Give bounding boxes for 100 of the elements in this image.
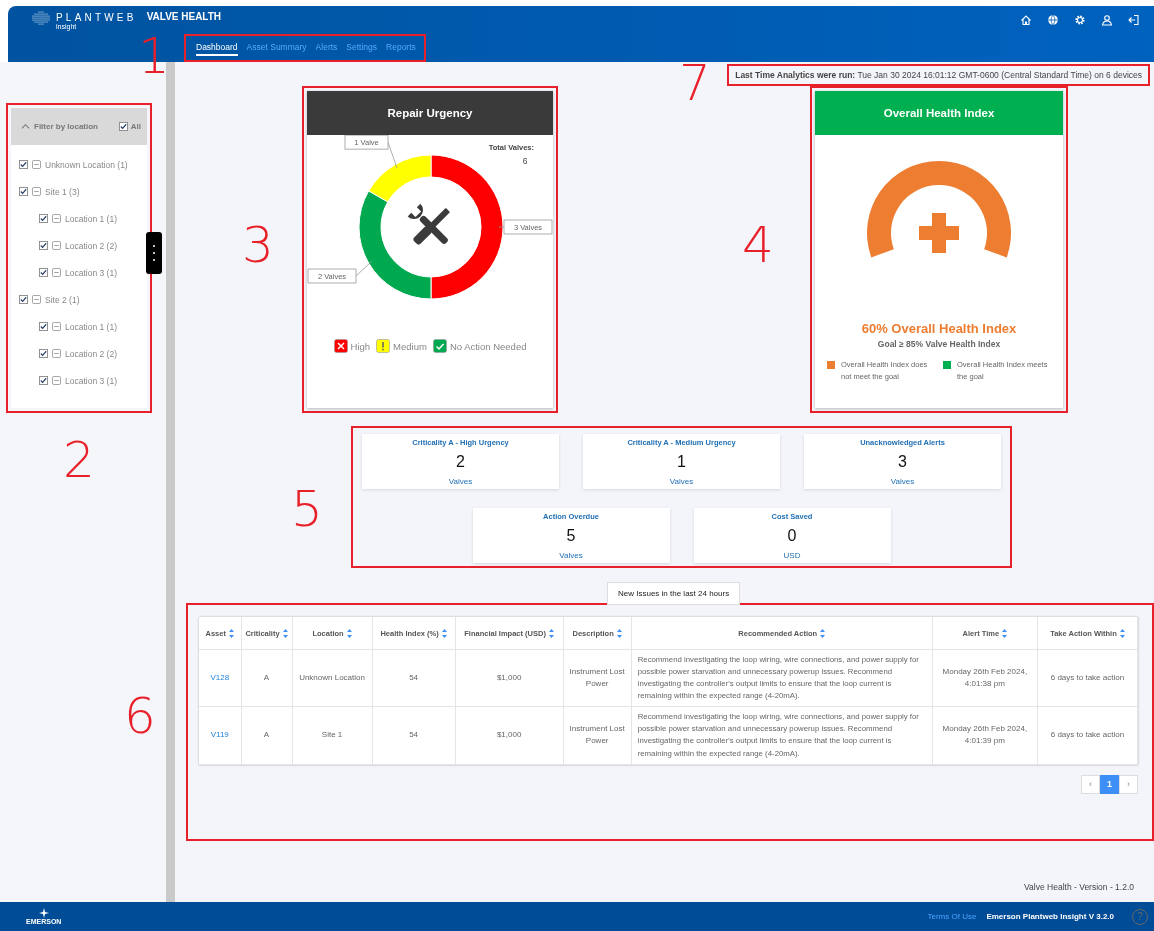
kpi-value: 2 <box>456 453 465 471</box>
filter-title: Filter by location <box>34 122 98 131</box>
checkbox[interactable] <box>39 376 48 385</box>
tools-icon <box>407 203 451 246</box>
kpi-unit: USD <box>783 551 801 560</box>
user-icon[interactable] <box>1101 14 1113 27</box>
nav-tab[interactable]: Asset Summary <box>246 40 307 57</box>
nav-tab[interactable]: Settings <box>346 40 378 57</box>
collapse-icon[interactable] <box>52 268 61 277</box>
kpi-unit: Valves <box>559 551 583 560</box>
collapse-icon[interactable] <box>52 349 61 358</box>
tree-item-label[interactable]: Location 3 (1) <box>65 375 117 386</box>
checkbox[interactable] <box>118 122 128 131</box>
goal-text: Goal ≥ 85% Valve Health Index <box>876 339 1002 349</box>
nav-tab[interactable]: Alerts <box>315 40 338 57</box>
nav-tab[interactable]: Dashboard <box>196 40 238 57</box>
product-version: Emerson Plantweb Insight V 3.2.0 <box>986 912 1114 921</box>
table-cell: Unknown Location <box>292 649 373 707</box>
collapse-icon[interactable] <box>32 160 41 169</box>
previous-page-button[interactable]: ‹ <box>1081 774 1100 794</box>
kpi-unit: Valves <box>669 477 694 486</box>
all-label[interactable]: All <box>130 122 141 131</box>
tree-item-label[interactable]: Location 1 (1) <box>65 213 117 224</box>
emerson-logo-icon <box>38 908 49 918</box>
table-cell: A <box>241 649 293 707</box>
annotation-number: 5 <box>291 484 323 534</box>
kpi-value: 1 <box>677 453 686 471</box>
home-icon[interactable] <box>1020 14 1032 27</box>
sort-icon[interactable] <box>1002 628 1008 638</box>
table-cell: Site 1 <box>292 706 373 765</box>
sort-icon[interactable] <box>441 628 447 638</box>
tree-item-label[interactable]: Location 1 (1) <box>65 321 117 332</box>
logout-icon[interactable] <box>1128 14 1140 27</box>
globe-icon[interactable] <box>1047 14 1059 27</box>
kpi-unit: Valves <box>448 477 473 486</box>
kpi-value: 5 <box>566 527 576 545</box>
chevron-up-icon[interactable] <box>21 122 30 131</box>
tree-item-label[interactable]: Site 2 (1) <box>45 294 80 305</box>
checkbox[interactable] <box>39 241 48 250</box>
table-cell: Instrument Lost Power <box>563 706 632 765</box>
collapse-icon[interactable] <box>52 214 61 223</box>
checkbox[interactable] <box>19 295 28 304</box>
collapse-icon[interactable] <box>32 295 41 304</box>
tree-item-label[interactable]: Location 2 (2) <box>65 240 117 251</box>
asset-link[interactable]: V119 <box>210 730 229 740</box>
legend-label: Medium <box>393 340 427 352</box>
total-value: 6 <box>522 156 528 166</box>
checkbox[interactable] <box>19 160 28 169</box>
sort-icon[interactable] <box>282 628 288 638</box>
app-title: VALVE HEALTH <box>146 10 222 22</box>
logo-text: PLANTWEB <box>56 12 137 24</box>
table-cell: $1,000 <box>455 649 564 707</box>
tree-item-label[interactable]: Unknown Location (1) <box>45 159 128 170</box>
health-index-value: 60% Overall Health Index <box>860 321 1018 336</box>
sort-icon[interactable] <box>548 628 554 638</box>
next-page-button[interactable]: › <box>1119 774 1138 794</box>
version-text: Valve Health - Version - 1.2.0 <box>1024 882 1134 892</box>
card-title: Overall Health Index <box>815 91 1063 135</box>
settings-icon[interactable] <box>1074 14 1086 27</box>
kpi-value: 3 <box>898 453 907 471</box>
table-cell: $1,000 <box>455 706 564 765</box>
collapse-icon[interactable] <box>52 376 61 385</box>
terms-link[interactable]: Terms Of Use <box>927 912 977 921</box>
collapse-icon[interactable] <box>52 241 61 250</box>
checkbox[interactable] <box>39 214 48 223</box>
analytics-run-text: Last Time Analytics were run: Tue Jan 30 2024 16:01:12 GMT-0600 (Central Standard Time) on 6 devices <box>735 70 1142 80</box>
sort-icon[interactable] <box>228 628 234 638</box>
sort-icon[interactable] <box>616 628 622 638</box>
annotation-number: 7 <box>679 58 711 108</box>
collapse-icon[interactable] <box>52 322 61 331</box>
checkbox[interactable] <box>39 268 48 277</box>
nav-tab[interactable]: Reports <box>386 40 416 57</box>
checkbox[interactable] <box>39 349 48 358</box>
legend-label: No Action Needed <box>449 340 527 352</box>
table-cell: 6 days to take action <box>1037 649 1138 707</box>
annotation-number: 2 <box>63 435 95 485</box>
collapse-icon[interactable] <box>32 187 41 196</box>
splitter-handle[interactable] <box>146 232 162 274</box>
page-button[interactable]: 1 <box>1100 774 1119 794</box>
checkbox[interactable] <box>19 187 28 196</box>
table-cell: 6 days to take action <box>1037 706 1138 765</box>
tree-item-label[interactable]: Location 2 (2) <box>65 348 117 359</box>
annotation-number: 4 <box>742 220 774 270</box>
tree-item-label[interactable]: Location 3 (1) <box>65 267 117 278</box>
table-cell: Monday 26th Feb 2024, 4:01:39 pm <box>932 706 1038 765</box>
asset-link[interactable]: V128 <box>210 672 230 682</box>
kpi-unit: Valves <box>890 477 915 486</box>
table-cell: 54 <box>372 706 456 765</box>
annotation-number: 6 <box>124 691 156 741</box>
table-cell: Monday 26th Feb 2024, 4:01:38 pm <box>932 649 1038 707</box>
sort-icon[interactable] <box>1119 628 1125 638</box>
table-cell: A <box>241 706 293 765</box>
sort-icon[interactable] <box>346 628 352 638</box>
legend-label: High <box>350 340 371 352</box>
table-cell: Instrument Lost Power <box>563 649 632 707</box>
tree-item-label[interactable]: Site 1 (3) <box>45 186 80 197</box>
sort-icon[interactable] <box>820 628 826 638</box>
kpi-value: 0 <box>787 527 797 545</box>
checkbox[interactable] <box>39 322 48 331</box>
issues-tab[interactable]: New Issues in the last 24 hours <box>607 582 741 605</box>
